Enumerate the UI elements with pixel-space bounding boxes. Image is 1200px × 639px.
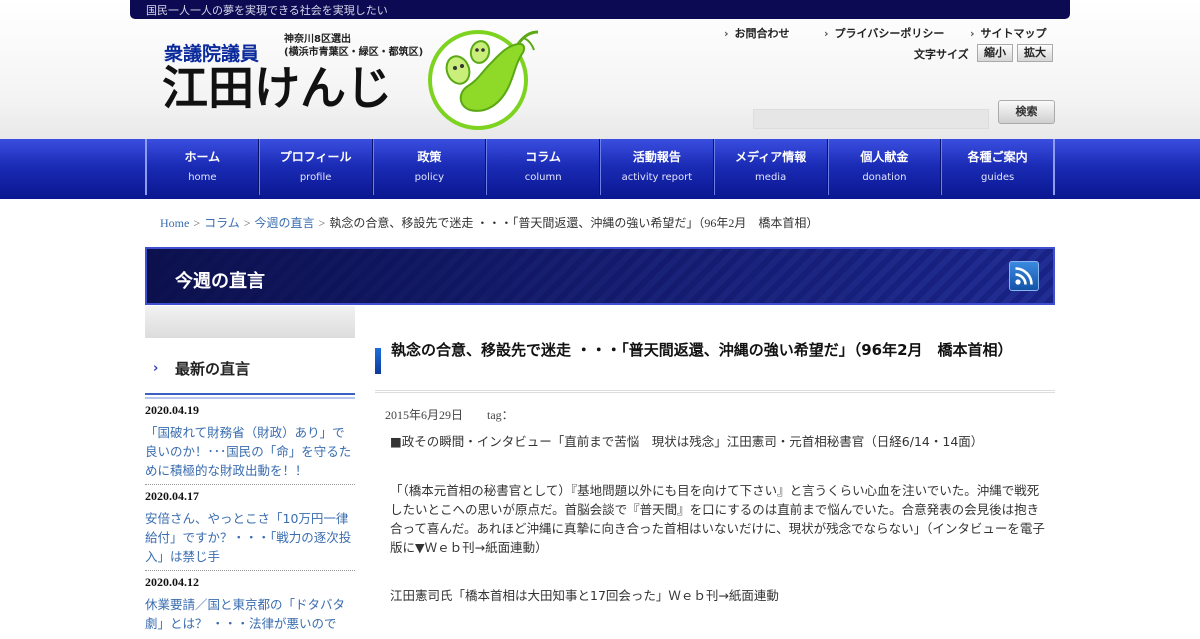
- article-paragraph: 江田憲司氏「橋本首相は大田知事と17回会った」Ｗｅｂ刊→紙面連動: [390, 588, 779, 603]
- banner-gradient: [147, 249, 1053, 303]
- nav-item-guides[interactable]: 各種ご案内 guides: [941, 139, 1055, 195]
- breadcrumb-weekly[interactable]: 今週の直言: [255, 216, 315, 230]
- rss-icon[interactable]: [1009, 261, 1039, 291]
- sidebar-list: 2020.04.19 「国破れて財務省（財政）あり」で良いのか！･･･国民の「命…: [145, 401, 355, 639]
- article-paragraph: ■政その瞬間・インタビュー「直前まで苦悩 現状は残念」江田憲司・元首相秘書官（日…: [390, 434, 984, 449]
- nav-item-profile[interactable]: プロフィール profile: [258, 139, 373, 195]
- article-tag: tag：: [487, 408, 514, 422]
- nav-item-donation[interactable]: 個人献金 donation: [827, 139, 942, 195]
- list-item-link[interactable]: 休業要請／国と東京都の「ドタバタ劇」とは？ ・・・法律が悪いので: [145, 592, 355, 637]
- breadcrumb-current: 執念の合意、移設先で迷走 ・・・「普天間返還、沖縄の強い希望だ」（96年2月 橋…: [329, 216, 819, 230]
- nav-item-home[interactable]: ホーム home: [145, 139, 259, 195]
- article-date: 2015年6月29日: [385, 408, 464, 422]
- privacy-policy-link[interactable]: プライバシーポリシー: [824, 25, 945, 41]
- article-title: 執念の合意、移設先で迷走 ・・・「普天間返還、沖縄の強い希望だ」（96年2月 橋…: [391, 341, 1013, 359]
- edamame-logo-icon[interactable]: [428, 26, 542, 132]
- font-larger-button[interactable]: 拡大: [1017, 44, 1053, 62]
- top-slogan-bar: 国民一人一人の夢を実現できる社会を実現したい: [130, 0, 1070, 19]
- list-item-link[interactable]: 「国破れて財務省（財政）あり」で良いのか！･･･国民の「命」を守るために積極的な…: [145, 420, 355, 485]
- breadcrumb-home[interactable]: Home: [160, 216, 189, 230]
- nav-item-media[interactable]: メディア情報 media: [713, 139, 828, 195]
- font-smaller-button[interactable]: 縮小: [977, 44, 1013, 62]
- logo-name[interactable]: 江田けんじ: [162, 60, 392, 116]
- search-button[interactable]: 検索: [998, 100, 1055, 124]
- nav-item-policy[interactable]: 政策 policy: [372, 139, 487, 195]
- list-item-link[interactable]: 安倍さん、やっとこさ「10万円一律給付」ですか？・・・「戦力の逐次投入」は禁じ手: [145, 506, 355, 571]
- breadcrumb-column[interactable]: コラム: [204, 216, 240, 230]
- logo-district: 神奈川8区選出 (横浜市青葉区・緑区・都筑区): [284, 34, 424, 58]
- nav-item-column[interactable]: コラム column: [486, 139, 600, 195]
- section-banner: 今週の直言: [145, 247, 1055, 305]
- breadcrumb-separator: >: [318, 216, 326, 230]
- list-item-date: 2020.04.12: [145, 575, 199, 589]
- article-title-marker: [375, 348, 381, 374]
- search-input[interactable]: [753, 109, 989, 129]
- breadcrumb: Home > コラム > 今週の直言 > 執念の合意、移設先で迷走 ・・・「普天間返還、沖縄…: [160, 214, 818, 231]
- breadcrumb-separator: >: [243, 216, 251, 230]
- sidebar-heading-label: 最新の直言: [175, 360, 251, 378]
- list-item-date: 2020.04.19: [145, 403, 199, 417]
- article-paragraph: 「（橋本元首相の秘書官として）『基地問題以外にも目を向けて下さい』と言うくらい心…: [390, 483, 1045, 555]
- sitemap-link[interactable]: サイトマップ: [970, 25, 1047, 41]
- sidebar-heading: › 最新の直言: [145, 345, 355, 399]
- font-size-label: 文字サイズ: [914, 48, 969, 61]
- section-title: 今週の直言: [175, 271, 265, 292]
- article-divider: [375, 390, 1055, 393]
- sidebar-top-bar: [145, 306, 355, 338]
- main-nav: ホーム home プロフィール profile 政策 policy コラム co…: [145, 139, 1055, 199]
- slogan-text: 国民一人一人の夢を実現できる社会を実現したい: [146, 4, 388, 17]
- contact-link[interactable]: お問合わせ: [724, 25, 790, 41]
- chevron-right-icon: ›: [153, 361, 159, 376]
- breadcrumb-separator: >: [193, 216, 201, 230]
- article-meta: 2015年6月29日 tag：: [385, 406, 514, 423]
- list-item-date: 2020.04.17: [145, 489, 199, 503]
- nav-item-activity-report[interactable]: 活動報告 activity report: [600, 139, 714, 195]
